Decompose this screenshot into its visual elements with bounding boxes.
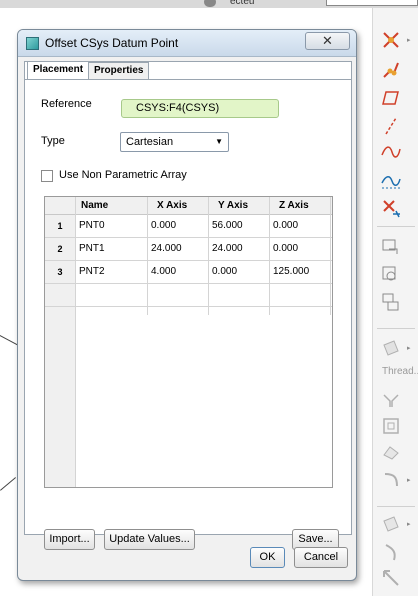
- update-values-button[interactable]: Update Values...: [104, 529, 195, 550]
- tab-placement[interactable]: Placement: [27, 61, 90, 79]
- toolbar-separator: [377, 226, 415, 227]
- app-top-strip: ecteu: [0, 0, 418, 8]
- shell-icon[interactable]: [379, 414, 403, 438]
- move-icon[interactable]: [379, 566, 403, 590]
- placement-panel: Placement Properties Reference CSYS:F4(C…: [24, 61, 352, 550]
- row-number: 2: [57, 244, 63, 254]
- table-row-empty[interactable]: [76, 284, 331, 306]
- type-label: Type: [41, 135, 65, 147]
- extrude-icon[interactable]: [379, 336, 403, 360]
- import-button[interactable]: Import...: [44, 529, 95, 550]
- table-header-name[interactable]: Name: [81, 197, 108, 215]
- analysis-icon[interactable]: [379, 168, 403, 192]
- y-axis-cell[interactable]: 0.000: [212, 261, 237, 283]
- right-toolbar: ▸ ▸ Thread... ▸ ▸: [372, 8, 418, 596]
- non-parametric-array-label: Use Non Parametric Array: [59, 169, 187, 181]
- table-header-y-axis[interactable]: Y Axis: [218, 197, 248, 215]
- curve-icon[interactable]: [379, 140, 403, 164]
- table-row-divider: [45, 306, 332, 307]
- point-name-cell[interactable]: PNT0: [79, 215, 105, 237]
- offset-csys-datum-point-dialog: Offset CSys Datum Point ✕ Placement Prop…: [17, 29, 357, 581]
- plane-icon[interactable]: [379, 86, 403, 110]
- tab-properties[interactable]: Properties: [88, 62, 150, 79]
- x-axis-cell[interactable]: 0.000: [151, 215, 176, 237]
- table-header-z-axis[interactable]: Z Axis: [279, 197, 309, 215]
- sketch-icon[interactable]: [379, 58, 403, 82]
- row-number: 1: [57, 221, 63, 231]
- pattern-dropdown-icon[interactable]: ▸: [407, 520, 411, 528]
- hole-icon[interactable]: [379, 388, 403, 412]
- y-axis-cell[interactable]: 24.000: [212, 238, 243, 260]
- round-dropdown-icon[interactable]: ▸: [407, 476, 411, 484]
- app-top-label: ecteu: [230, 0, 255, 7]
- datum-point-icon[interactable]: [379, 28, 403, 52]
- coordinate-system-icon[interactable]: [379, 196, 403, 220]
- toolbar-separator: [377, 506, 415, 507]
- mirror-icon[interactable]: [379, 290, 403, 314]
- x-axis-cell[interactable]: 4.000: [151, 261, 176, 283]
- thread-label[interactable]: Thread...: [382, 366, 418, 377]
- datum-point-dropdown-icon[interactable]: ▸: [407, 36, 411, 44]
- app-top-icon: [204, 0, 216, 7]
- dialog-titlebar[interactable]: Offset CSys Datum Point ✕: [18, 30, 356, 57]
- z-axis-cell[interactable]: 0.000: [273, 238, 298, 260]
- pattern-icon[interactable]: [379, 512, 403, 536]
- table-header-x-axis[interactable]: X Axis: [157, 197, 187, 215]
- round-icon[interactable]: [379, 468, 403, 492]
- dialog-title: Offset CSys Datum Point: [45, 36, 179, 50]
- toolbar-separator: [377, 328, 415, 329]
- rib-icon[interactable]: [379, 440, 403, 464]
- non-parametric-array-checkbox[interactable]: [41, 170, 53, 182]
- axis-icon[interactable]: [379, 114, 403, 138]
- table-column-divider: [75, 197, 76, 487]
- y-axis-cell[interactable]: 56.000: [212, 215, 243, 237]
- reference-field[interactable]: CSYS:F4(CSYS): [121, 99, 279, 118]
- tab-underline: [25, 79, 351, 80]
- ok-button[interactable]: OK: [250, 547, 285, 568]
- z-axis-cell[interactable]: 125.000: [273, 261, 309, 283]
- chevron-down-icon: ▼: [215, 137, 223, 146]
- row-number: 3: [57, 267, 63, 277]
- dialog-app-icon: [26, 37, 39, 50]
- copy-icon[interactable]: [379, 234, 403, 258]
- paste-icon[interactable]: [379, 262, 403, 286]
- reference-label: Reference: [41, 98, 92, 110]
- point-name-cell[interactable]: PNT1: [79, 238, 105, 260]
- points-table: Name X Axis Y Axis Z Axis 1 PNT0 0.000 5…: [44, 196, 333, 488]
- draft-icon[interactable]: [379, 540, 403, 564]
- x-axis-cell[interactable]: 24.000: [151, 238, 182, 260]
- cancel-button[interactable]: Cancel: [294, 547, 348, 568]
- extrude-dropdown-icon[interactable]: ▸: [407, 344, 411, 352]
- model-edge-line: [0, 477, 16, 491]
- app-top-combo[interactable]: [326, 0, 418, 6]
- z-axis-cell[interactable]: 0.000: [273, 215, 298, 237]
- close-button[interactable]: ✕: [305, 32, 350, 50]
- point-name-cell[interactable]: PNT2: [79, 261, 105, 283]
- type-select[interactable]: Cartesian ▼: [120, 132, 229, 152]
- type-select-value: Cartesian: [126, 136, 174, 148]
